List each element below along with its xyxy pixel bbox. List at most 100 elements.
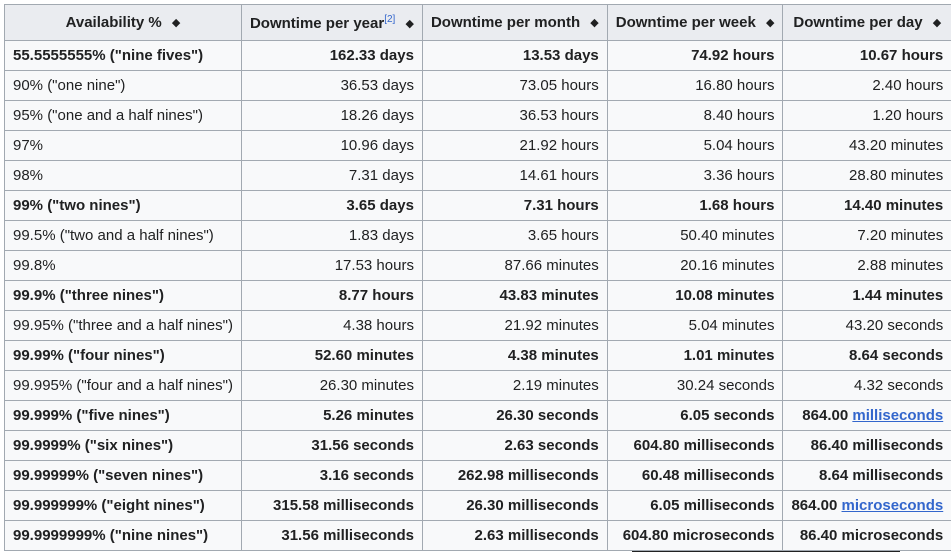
cell-week: 60.48 milliseconds (606, 460, 784, 491)
cell-value: 95% ("one and a half nines") (13, 107, 203, 124)
table-row: 99.95% ("three and a half nines") 4.38 ho… (4, 310, 951, 341)
reference-link[interactable]: [2] (384, 14, 395, 25)
cell-availability: 99% ("two nines") (4, 190, 242, 221)
cell-value: 162.33 days (329, 47, 414, 64)
cell-value: 3.65 days (346, 197, 414, 214)
cell-value: 74.92 hours (691, 47, 775, 64)
table-row: 99.99% ("four nines") 52.60 minutes 4.38 m… (4, 340, 951, 371)
cell-week: 8.40 hours (606, 100, 784, 131)
cell-availability: 99.8% (4, 250, 242, 281)
cell-value: 73.05 hours (519, 77, 599, 94)
cell-availability: 99.9% ("three nines") (4, 280, 242, 311)
cell-value: 7.31 hours (523, 197, 599, 214)
cell-value: 1.01 minutes (683, 347, 775, 364)
sort-icon[interactable]: ◆ (405, 17, 413, 30)
cell-day: 86.40 milliseconds (782, 430, 951, 461)
cell-month: 36.53 hours (421, 100, 608, 131)
cell-availability: 99.9999% ("six nines") (4, 430, 242, 461)
cell-value: 14.40 minutes (844, 197, 944, 214)
cell-value: 52.60 minutes (314, 347, 414, 364)
cell-availability: 99.99999% ("seven nines") (4, 460, 242, 491)
cell-month: 2.63 milliseconds (421, 520, 608, 551)
table-row: 95% ("one and a half nines") 18.26 days 36… (4, 100, 951, 131)
table-row: 55.5555555% ("nine fives") 162.33 days 13.… (4, 40, 951, 71)
cell-day: 4.32 seconds (782, 370, 951, 401)
cell-value: 10.08 minutes (675, 287, 775, 304)
cell-day: 10.67 hours (782, 40, 951, 71)
cell-value: 5.26 minutes (323, 407, 414, 424)
cell-day: 864.00 microseconds (782, 490, 951, 521)
cell-value: 36.53 hours (519, 107, 599, 124)
cell-availability: 99.999% ("five nines") (4, 400, 242, 431)
cell-year: 26.30 minutes (240, 370, 423, 401)
cell-year: 315.58 milliseconds (240, 490, 423, 521)
sort-icon[interactable]: ◆ (590, 16, 598, 29)
header-row: Availability % ◆ Downtime per year[2] ◆ … (4, 4, 951, 41)
table-row: 99.8% 17.53 hours 87.66 minutes 20.16 minut… (4, 250, 951, 281)
cell-value: 99.9% ("three nines") (13, 287, 164, 304)
cell-day: 86.40 microseconds (782, 520, 951, 551)
cell-week: 16.80 hours (606, 70, 784, 101)
cell-value: 99.999999% ("eight nines") (13, 497, 205, 514)
cell-value: 10.96 days (340, 137, 414, 154)
cell-year: 18.26 days (240, 100, 423, 131)
cell-month: 73.05 hours (421, 70, 608, 101)
cell-availability: 90% ("one nine") (4, 70, 242, 101)
cell-year: 1.83 days (240, 220, 423, 251)
sort-icon[interactable]: ◆ (933, 16, 941, 29)
table-row: 99.5% ("two and a half nines") 1.83 days 3… (4, 220, 951, 251)
column-header-label: Downtime per year (249, 14, 385, 32)
cell-value: 262.98 milliseconds (457, 467, 599, 484)
cell-value: 6.05 seconds (680, 407, 775, 424)
cell-availability: 99.5% ("two and a half nines") (4, 220, 242, 251)
cell-value: 4.32 seconds (854, 377, 944, 394)
cell-day: 1.20 hours (782, 100, 951, 131)
cell-value: 16.80 hours (695, 77, 775, 94)
sort-icon[interactable]: ◆ (172, 16, 180, 29)
cell-value: 4.38 minutes (507, 347, 599, 364)
cell-value: 2.63 seconds (504, 437, 599, 454)
cell-month: 14.61 hours (421, 160, 608, 191)
cell-availability: 95% ("one and a half nines") (4, 100, 242, 131)
cell-year: 4.38 hours (240, 310, 423, 341)
cell-week: 74.92 hours (606, 40, 784, 71)
cell-day: 2.88 minutes (782, 250, 951, 281)
column-header-downtime-day[interactable]: Downtime per day ◆ (782, 4, 951, 41)
cell-day: 43.20 minutes (782, 130, 951, 161)
cell-availability: 99.95% ("three and a half nines") (4, 310, 242, 341)
table-row: 99.99999% ("seven nines") 3.16 seconds 262… (4, 460, 951, 491)
cell-value: 3.36 hours (703, 167, 775, 184)
cell-value: 604.80 milliseconds (633, 437, 775, 454)
cell-value: 43.20 minutes (849, 137, 944, 154)
unit-link[interactable]: microseconds (842, 497, 944, 514)
cell-month: 13.53 days (421, 40, 608, 71)
column-header-downtime-year[interactable]: Downtime per year[2] ◆ (240, 4, 423, 41)
cell-month: 26.30 seconds (421, 400, 608, 431)
cell-value: 604.80 microseconds (622, 527, 775, 544)
cell-year: 36.53 days (240, 70, 423, 101)
cell-value: 99.5% ("two and a half nines") (13, 227, 214, 244)
cell-month: 2.63 seconds (421, 430, 608, 461)
availability-table: Availability % ◆ Downtime per year[2] ◆ … (4, 4, 951, 551)
sort-icon[interactable]: ◆ (766, 16, 774, 29)
cell-availability: 99.999999% ("eight nines") (4, 490, 242, 521)
cell-value: 3.16 seconds (319, 467, 414, 484)
cell-value: 99.995% ("four and a half nines") (13, 377, 233, 394)
column-header-downtime-week[interactable]: Downtime per week ◆ (606, 4, 784, 41)
cell-value: 864.00 (802, 407, 849, 424)
cell-week: 6.05 milliseconds (606, 490, 784, 521)
cell-month: 2.19 minutes (421, 370, 608, 401)
cell-day: 864.00 milliseconds (782, 400, 951, 431)
cell-month: 87.66 minutes (421, 250, 608, 281)
cell-year: 3.16 seconds (240, 460, 423, 491)
cell-value: 7.20 minutes (857, 227, 944, 244)
cell-year: 162.33 days (240, 40, 423, 71)
cell-value: 99.9999999% ("nine nines") (13, 527, 209, 544)
column-header-downtime-month[interactable]: Downtime per month ◆ (421, 4, 608, 41)
cell-day: 2.40 hours (782, 70, 951, 101)
cell-year: 17.53 hours (240, 250, 423, 281)
unit-link[interactable]: milliseconds (852, 407, 943, 424)
cell-value: 99.8% (13, 257, 56, 274)
column-header-availability[interactable]: Availability % ◆ (4, 4, 242, 41)
cell-value: 98% (13, 167, 44, 184)
